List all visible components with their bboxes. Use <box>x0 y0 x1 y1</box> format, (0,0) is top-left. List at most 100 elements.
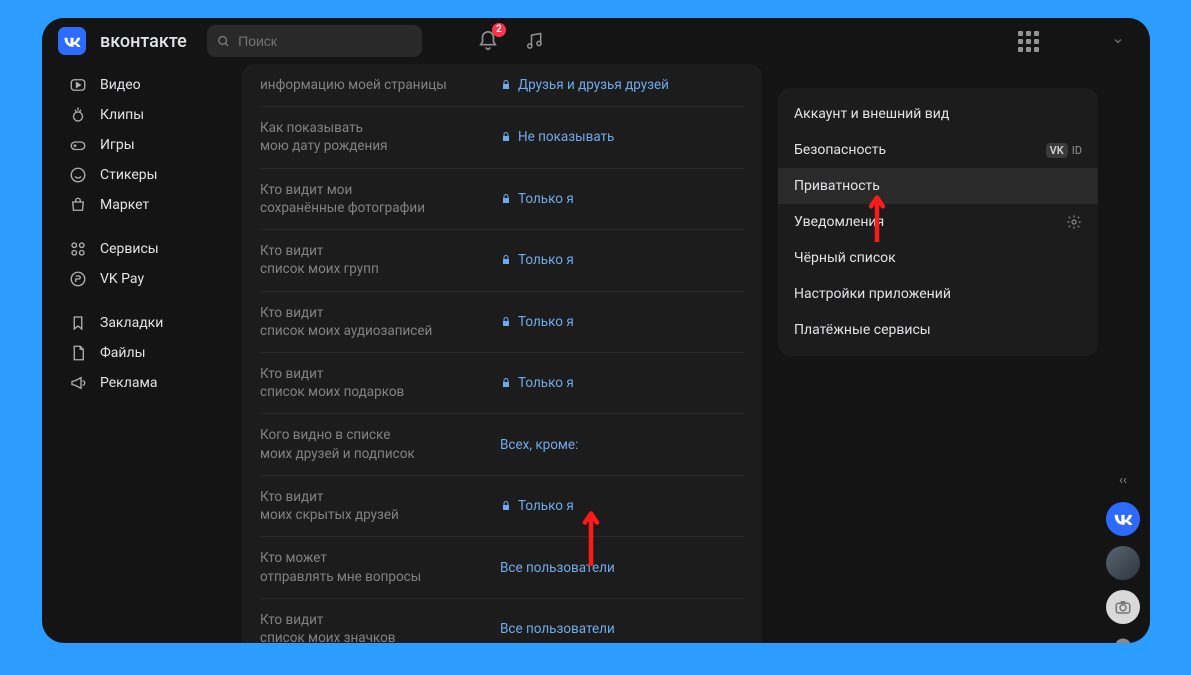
sidebar-item-label: Закладки <box>100 315 163 331</box>
sidebar-item-files[interactable]: Файлы <box>60 338 234 368</box>
sidebar-item-label: Сервисы <box>100 241 159 257</box>
bookmark-icon <box>68 313 88 333</box>
privacy-value[interactable]: Только я <box>500 191 574 207</box>
privacy-label: информацию моей страницы <box>260 76 500 94</box>
privacy-row: информацию моей страницы Друзья и друзья… <box>260 72 744 107</box>
sidebar-item-clips[interactable]: Клипы <box>60 100 234 130</box>
privacy-row: Кто видитсписок моих групп Только я <box>260 230 744 291</box>
sidebar-item-services[interactable]: Сервисы <box>60 234 234 264</box>
privacy-row: Кто можетотправлять мне вопросыВсе польз… <box>260 537 744 598</box>
floating-widgets: ‹‹ <box>1102 473 1144 643</box>
lock-icon <box>500 193 512 205</box>
settings-menu-item[interactable]: Уведомления <box>778 204 1098 240</box>
app-window: вконтакте 2 Видео <box>42 18 1150 643</box>
sidebar-item-market[interactable]: Маркет <box>60 190 234 220</box>
market-icon <box>68 195 88 215</box>
lock-icon <box>500 500 512 512</box>
settings-menu-label: Приватность <box>794 178 880 194</box>
privacy-value[interactable]: Все пользователи <box>500 560 615 576</box>
stickers-icon <box>68 165 88 185</box>
sidebar-item-label: VK Pay <box>100 271 144 287</box>
privacy-label: Кто можетотправлять мне вопросы <box>260 549 500 585</box>
privacy-row: Кто видитсписок моих подарков Только я <box>260 353 744 414</box>
apps-grid-icon <box>1018 31 1039 52</box>
privacy-label: Как показыватьмою дату рождения <box>260 119 500 155</box>
notifications-button[interactable]: 2 <box>472 25 504 57</box>
privacy-row: Кто видитсписок моих аудиозаписей Только… <box>260 292 744 353</box>
privacy-value[interactable]: Не показывать <box>500 129 614 145</box>
profile-dropdown[interactable] <box>1102 25 1134 57</box>
sidebar-item-video[interactable]: Видео <box>60 70 234 100</box>
music-icon <box>524 31 544 51</box>
settings-menu-label: Уведомления <box>794 214 884 230</box>
vk-icon <box>1113 513 1133 525</box>
privacy-label: Кто видитмоих скрытых друзей <box>260 488 500 524</box>
camera-widget[interactable] <box>1106 590 1140 624</box>
privacy-value[interactable]: Всех, кроме: <box>500 437 578 453</box>
vk-logo[interactable] <box>58 27 86 55</box>
settings-menu-item[interactable]: Платёжные сервисы <box>778 312 1098 348</box>
sidebar-item-label: Маркет <box>100 197 149 213</box>
camera-icon <box>1114 598 1132 616</box>
settings-menu-item[interactable]: Чёрный список <box>778 240 1098 276</box>
vk-logo-icon <box>63 36 81 47</box>
sidebar-item-vkpay[interactable]: VK Pay <box>60 264 234 294</box>
privacy-label: Кто видитсписок моих значков <box>260 611 500 643</box>
privacy-label: Кто видитсписок моих групп <box>260 242 500 278</box>
apps-button[interactable] <box>1012 25 1044 57</box>
vk-widget[interactable] <box>1106 502 1140 536</box>
search-icon <box>217 34 230 49</box>
settings-menu-label: Чёрный список <box>794 250 896 266</box>
privacy-value[interactable]: Все пользователи <box>500 621 615 637</box>
video-icon <box>68 75 88 95</box>
avatar-widget[interactable] <box>1106 546 1140 580</box>
privacy-row: Кто видитмоих скрытых друзей Только я <box>260 476 744 537</box>
settings-menu: Аккаунт и внешний видБезопасностьVK ID Пр… <box>778 88 1098 356</box>
privacy-row: Кого видно в спискемоих друзей и подписо… <box>260 414 744 475</box>
lock-icon <box>500 254 512 266</box>
sidebar-item-label: Файлы <box>100 345 145 361</box>
music-button[interactable] <box>518 25 550 57</box>
search-box[interactable] <box>207 25 422 57</box>
sidebar-item-label: Реклама <box>100 375 157 391</box>
vkid-badge: VK ID <box>1046 143 1082 158</box>
privacy-label: Кого видно в спискемоих друзей и подписо… <box>260 426 500 462</box>
privacy-panel: информацию моей страницы Друзья и друзья… <box>242 64 762 643</box>
privacy-label: Кто видит моисохранённые фотографии <box>260 181 500 217</box>
search-input[interactable] <box>238 33 412 49</box>
settings-menu-label: Настройки приложений <box>794 286 951 302</box>
privacy-value[interactable]: Только я <box>500 314 574 330</box>
settings-menu-item[interactable]: Настройки приложений <box>778 276 1098 312</box>
sidebar-item-label: Игры <box>100 137 135 153</box>
sidebar-item-games[interactable]: Игры <box>60 130 234 160</box>
services-icon <box>68 239 88 259</box>
collapse-widgets[interactable]: ‹‹ <box>1119 473 1127 488</box>
brand-name[interactable]: вконтакте <box>100 31 187 52</box>
left-sidebar: Видео Клипы Игры Стикеры Маркет Сервис <box>42 64 242 643</box>
settings-menu-item[interactable]: Аккаунт и внешний вид <box>778 96 1098 132</box>
privacy-row: Кто видитсписок моих значковВсе пользова… <box>260 599 744 643</box>
notification-badge: 2 <box>492 23 506 37</box>
privacy-row: Кто видит моисохранённые фотографии Толь… <box>260 169 744 230</box>
gear-icon <box>1066 214 1082 230</box>
sidebar-item-stickers[interactable]: Стикеры <box>60 160 234 190</box>
file-icon <box>68 343 88 363</box>
settings-menu-item[interactable]: Приватность <box>778 168 1098 204</box>
privacy-value[interactable]: Друзья и друзья друзей <box>500 77 669 93</box>
lock-icon <box>500 377 512 389</box>
privacy-value[interactable]: Только я <box>500 498 574 514</box>
sidebar-item-bookmarks[interactable]: Закладки <box>60 308 234 338</box>
privacy-value[interactable]: Только я <box>500 375 574 391</box>
settings-menu-item[interactable]: БезопасностьVK ID <box>778 132 1098 168</box>
privacy-label: Кто видитсписок моих подарков <box>260 365 500 401</box>
vkpay-icon <box>68 269 88 289</box>
main-area: Видео Клипы Игры Стикеры Маркет Сервис <box>42 64 1150 643</box>
privacy-value[interactable]: Только я <box>500 252 574 268</box>
games-icon <box>68 135 88 155</box>
settings-menu-label: Платёжные сервисы <box>794 322 931 338</box>
sidebar-item-ads[interactable]: Реклама <box>60 368 234 398</box>
lock-icon <box>500 316 512 328</box>
settings-content: информацию моей страницы Друзья и друзья… <box>242 64 762 643</box>
chat-widget[interactable] <box>1113 636 1133 643</box>
topbar: вконтакте 2 <box>42 18 1150 64</box>
